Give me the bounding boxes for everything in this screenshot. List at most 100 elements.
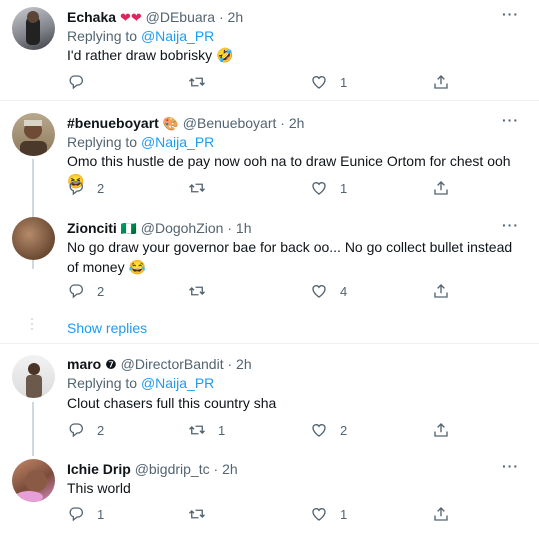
tweet-header: Echaka ❤❤ @DEbuara · 2h bbox=[67, 8, 243, 28]
retweet-button[interactable] bbox=[188, 505, 218, 523]
retweet-icon bbox=[188, 421, 206, 439]
reply-icon bbox=[67, 179, 85, 197]
share-icon bbox=[432, 73, 450, 91]
avatar[interactable] bbox=[12, 459, 55, 502]
retweet-icon bbox=[188, 179, 206, 197]
separator-dot: · bbox=[280, 115, 285, 131]
reply-icon bbox=[67, 282, 85, 300]
tweet-text: This world bbox=[67, 480, 131, 496]
like-button[interactable]: 1 bbox=[310, 179, 347, 197]
like-icon bbox=[310, 505, 328, 523]
share-icon bbox=[432, 505, 450, 523]
reply-count: 2 bbox=[97, 283, 105, 299]
more-icon[interactable]: ··· bbox=[502, 6, 519, 22]
retweet-button[interactable] bbox=[188, 282, 218, 300]
timestamp[interactable]: 2h bbox=[228, 9, 244, 25]
display-name[interactable]: Zionciti bbox=[67, 220, 117, 236]
retweet-icon bbox=[188, 282, 206, 300]
tweet-actions: 1 1 bbox=[67, 505, 522, 525]
separator-dot: · bbox=[227, 220, 233, 236]
display-name[interactable]: Echaka bbox=[67, 9, 116, 25]
like-button[interactable]: 1 bbox=[310, 73, 347, 91]
timestamp[interactable]: 2h bbox=[222, 461, 238, 477]
user-handle[interactable]: @DEbuara bbox=[146, 9, 215, 25]
replying-to-link[interactable]: @Naija_PR bbox=[141, 375, 214, 391]
tweet-text: Clout chasers full this country sha bbox=[67, 395, 277, 411]
tweet-actions: 2 1 2 bbox=[67, 421, 522, 441]
reply-count: 1 bbox=[97, 506, 105, 522]
share-button[interactable] bbox=[432, 73, 450, 91]
replying-to-link[interactable]: @Naija_PR bbox=[141, 28, 214, 44]
replying-to: Replying to @Naija_PR bbox=[67, 374, 214, 392]
more-icon[interactable]: ··· bbox=[502, 458, 519, 474]
reply-icon bbox=[67, 73, 85, 91]
tweet[interactable]: Echaka ❤❤ @DEbuara · 2h ··· Replying to … bbox=[0, 0, 539, 97]
tweet[interactable]: maro ❼ @DirectorBandit · 2h Replying to … bbox=[0, 344, 539, 456]
reply-icon bbox=[67, 421, 85, 439]
user-handle[interactable]: @DogohZion bbox=[141, 220, 224, 236]
number-seven-badge-icon: ❼ bbox=[105, 358, 117, 373]
like-icon bbox=[310, 73, 328, 91]
reply-count: 2 bbox=[97, 180, 105, 196]
share-icon bbox=[432, 179, 450, 197]
more-icon[interactable]: ··· bbox=[502, 217, 519, 233]
avatar[interactable] bbox=[12, 355, 55, 398]
avatar[interactable] bbox=[12, 7, 55, 50]
replying-to-prefix: Replying to bbox=[67, 375, 138, 391]
user-handle[interactable]: @bigdrip_tc bbox=[135, 461, 210, 477]
show-replies-link[interactable]: Show replies bbox=[67, 320, 147, 336]
display-name[interactable]: maro bbox=[67, 356, 101, 372]
heart-emoji-icon: ❤❤ bbox=[119, 11, 142, 26]
display-name[interactable]: #benueboyart bbox=[67, 115, 159, 131]
retweet-button[interactable] bbox=[188, 73, 218, 91]
like-count: 1 bbox=[340, 74, 348, 90]
tweet[interactable]: Ichie Drip @bigdrip_tc · 2h ··· This wor… bbox=[0, 449, 539, 539]
tweet[interactable]: Zionciti 🇳🇬 @DogohZion · 1h ··· No go dr… bbox=[0, 206, 539, 306]
replying-to-link[interactable]: @Naija_PR bbox=[141, 134, 214, 150]
separator-dot: · bbox=[227, 356, 233, 372]
reply-button[interactable] bbox=[67, 73, 97, 91]
separator-dot: · bbox=[218, 9, 224, 25]
like-count: 4 bbox=[340, 283, 348, 299]
user-handle[interactable]: @DirectorBandit bbox=[121, 356, 224, 372]
like-button[interactable]: 4 bbox=[310, 282, 347, 300]
avatar[interactable] bbox=[12, 217, 55, 260]
palette-emoji-icon: 🎨 bbox=[162, 117, 179, 132]
timestamp[interactable]: 2h bbox=[236, 356, 252, 372]
tweet-actions: 1 bbox=[67, 73, 522, 93]
retweet-icon bbox=[188, 73, 206, 91]
like-button[interactable]: 2 bbox=[310, 421, 347, 439]
reply-button[interactable]: 2 bbox=[67, 282, 104, 300]
like-icon bbox=[310, 421, 328, 439]
like-count: 1 bbox=[340, 506, 348, 522]
reply-button[interactable]: 2 bbox=[67, 421, 104, 439]
retweet-button[interactable] bbox=[188, 179, 218, 197]
more-icon[interactable]: ··· bbox=[502, 112, 519, 128]
more-replies-dots bbox=[31, 318, 34, 333]
share-button[interactable] bbox=[432, 421, 450, 439]
nigeria-flag-icon: 🇳🇬 bbox=[120, 222, 137, 237]
timestamp[interactable]: 2h bbox=[289, 115, 305, 131]
user-handle[interactable]: @Benueboyart bbox=[183, 115, 277, 131]
separator-dot: · bbox=[213, 461, 219, 477]
tweet-actions: 2 1 bbox=[67, 179, 522, 199]
tweet[interactable]: #benueboyart 🎨 @Benueboyart · 2h ··· Rep… bbox=[0, 101, 539, 269]
like-count: 1 bbox=[340, 180, 348, 196]
retweet-icon bbox=[188, 505, 206, 523]
tweet-header: maro ❼ @DirectorBandit · 2h bbox=[67, 355, 252, 375]
reply-button[interactable]: 2 bbox=[67, 179, 104, 197]
replying-to-prefix: Replying to bbox=[67, 134, 138, 150]
replying-to: Replying to @Naija_PR bbox=[67, 27, 214, 45]
reply-count: 2 bbox=[97, 422, 105, 438]
share-button[interactable] bbox=[432, 505, 450, 523]
timestamp[interactable]: 1h bbox=[236, 220, 252, 236]
share-button[interactable] bbox=[432, 179, 450, 197]
share-icon bbox=[432, 421, 450, 439]
reply-button[interactable]: 1 bbox=[67, 505, 104, 523]
share-button[interactable] bbox=[432, 282, 450, 300]
like-button[interactable]: 1 bbox=[310, 505, 347, 523]
tweet-text: No go draw your governor bae for back oo… bbox=[67, 239, 513, 275]
retweet-button[interactable]: 1 bbox=[188, 421, 225, 439]
avatar[interactable] bbox=[12, 113, 55, 156]
display-name[interactable]: Ichie Drip bbox=[67, 461, 131, 477]
